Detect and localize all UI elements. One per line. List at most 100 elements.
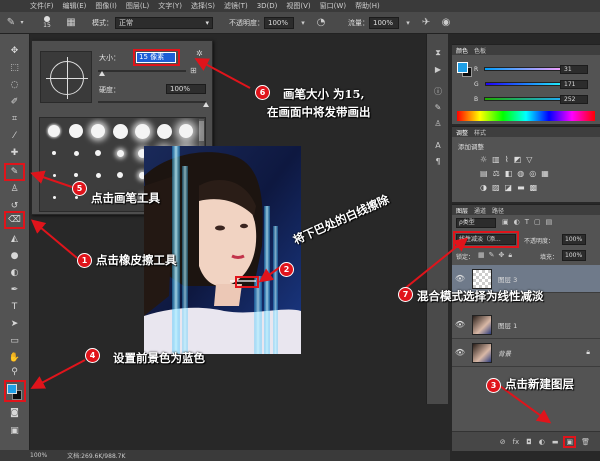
brush-preset-cell[interactable]: [44, 121, 64, 141]
eraser-tool-icon[interactable]: ⌫: [4, 211, 25, 229]
selective-color-icon[interactable]: ▩: [530, 183, 538, 192]
menu-window[interactable]: 窗口(W): [320, 1, 346, 11]
brush-preset-cell[interactable]: [132, 121, 152, 141]
invert-icon[interactable]: ◑: [480, 183, 487, 192]
pressure-size-icon[interactable]: ◉: [439, 16, 453, 30]
tab-channels[interactable]: 通道: [474, 206, 486, 215]
brush-preset-cell[interactable]: [44, 187, 64, 207]
panel-foreground-swatch[interactable]: [457, 62, 468, 73]
quick-mask-icon[interactable]: ◙: [6, 406, 23, 420]
channel-mixer-icon[interactable]: ◎: [529, 169, 536, 178]
layer-opacity-field[interactable]: 100%: [562, 234, 586, 245]
brush-preset-cell[interactable]: [88, 165, 108, 185]
opacity-field[interactable]: 100%: [264, 16, 294, 29]
foreground-color-swatch[interactable]: [7, 384, 17, 394]
trash-icon[interactable]: 🗑︎: [581, 438, 590, 446]
threshold-icon[interactable]: ◪: [505, 183, 513, 192]
clone-source-icon[interactable]: ♙: [432, 118, 444, 128]
eye-icon[interactable]: 👁︎: [452, 274, 468, 283]
path-select-tool-icon[interactable]: ➤: [6, 317, 23, 331]
move-tool-icon[interactable]: ✥: [6, 44, 23, 58]
layer-name[interactable]: 背景: [498, 348, 511, 358]
r-value-field[interactable]: 31: [560, 65, 588, 74]
hardness-slider-knob[interactable]: [203, 102, 209, 107]
fill-field[interactable]: 100%: [562, 250, 586, 261]
brightness-icon[interactable]: ☼: [480, 155, 487, 164]
hue-sat-icon[interactable]: ▤: [480, 169, 488, 178]
eyedropper-tool-icon[interactable]: ⁄: [6, 129, 23, 143]
paint-bucket-tool-icon[interactable]: ◭: [6, 232, 23, 246]
brush-preset-cell[interactable]: [66, 143, 86, 163]
brush-panel-toggle-icon[interactable]: ▦: [64, 16, 78, 30]
actions-icon[interactable]: ▶: [432, 64, 444, 74]
brush-tool-preset-icon[interactable]: ✎: [4, 16, 18, 30]
lock-pixels-icon[interactable]: ✎: [489, 251, 495, 260]
brush-preset-cell[interactable]: [110, 165, 130, 185]
lock-transparent-icon[interactable]: ▦: [478, 251, 485, 260]
new-preset-icon[interactable]: ⊞: [190, 66, 197, 75]
layer-row[interactable]: 👁︎ 图层 1: [452, 311, 600, 339]
pen-tool-icon[interactable]: ✒: [6, 283, 23, 297]
levels-icon[interactable]: ▥: [492, 155, 500, 164]
menu-3d[interactable]: 3D(D): [257, 2, 278, 10]
pressure-opacity-icon[interactable]: ◔: [314, 16, 328, 30]
brush-preset-cell[interactable]: [110, 143, 130, 163]
crop-tool-icon[interactable]: ⌗: [6, 112, 23, 126]
brush-preset-picker[interactable]: 15: [36, 14, 58, 32]
add-mask-icon[interactable]: ◘: [526, 438, 532, 446]
chevron-down-icon[interactable]: ▾: [18, 16, 26, 30]
r-slider[interactable]: [484, 67, 567, 71]
exposure-icon[interactable]: ◩: [514, 155, 522, 164]
document-canvas[interactable]: [144, 146, 301, 354]
blur-tool-icon[interactable]: ●: [6, 249, 23, 263]
hardness-field[interactable]: 100%: [166, 84, 206, 94]
menu-help[interactable]: 帮助(H): [355, 1, 380, 11]
gear-icon[interactable]: ✲: [196, 49, 203, 58]
menu-layer[interactable]: 图层(L): [126, 1, 149, 11]
eye-icon[interactable]: 👁︎: [452, 320, 468, 329]
brush-preset-cell[interactable]: [154, 121, 174, 141]
hand-tool-icon[interactable]: ✋: [6, 351, 23, 365]
g-slider[interactable]: [484, 82, 567, 86]
hardness-slider[interactable]: [98, 101, 206, 103]
layer-row[interactable]: 👁︎ 背景 🔒︎: [452, 339, 600, 367]
brush-preset-cell[interactable]: [176, 121, 196, 141]
mode-select[interactable]: 正常 ▾: [115, 16, 213, 29]
adjust-filter-icon[interactable]: ◐: [514, 218, 520, 226]
rectangle-tool-icon[interactable]: ▭: [6, 334, 23, 348]
tab-paths[interactable]: 路径: [492, 206, 504, 215]
screen-mode-icon[interactable]: ▣: [6, 424, 23, 438]
bw-icon[interactable]: ◧: [505, 169, 513, 178]
photo-filter-icon[interactable]: ◍: [517, 169, 524, 178]
tab-layers[interactable]: 图层: [456, 206, 468, 215]
menu-file[interactable]: 文件(F): [30, 1, 54, 11]
type-tool-icon[interactable]: T: [6, 300, 23, 314]
tab-swatches[interactable]: 色板: [474, 46, 486, 55]
layer-kind-filter[interactable]: ρ类型: [456, 218, 496, 228]
healing-tool-icon[interactable]: ✚: [6, 146, 23, 160]
brush-panel-icon[interactable]: ✎: [432, 102, 444, 112]
posterize-icon[interactable]: ▨: [492, 183, 500, 192]
menu-view[interactable]: 视图(V): [286, 1, 310, 11]
quick-select-tool-icon[interactable]: ✐: [6, 95, 23, 109]
link-layers-icon[interactable]: ⊘: [500, 438, 506, 446]
history-brush-tool-icon[interactable]: ↺: [6, 199, 23, 213]
tab-adjustments[interactable]: 调整: [456, 128, 468, 137]
g-value-field[interactable]: 171: [560, 80, 588, 89]
character-icon[interactable]: A: [432, 140, 444, 150]
color-spectrum-bar[interactable]: [457, 111, 595, 121]
gradient-map-icon[interactable]: ▬: [517, 183, 525, 192]
folder-icon[interactable]: ▬: [552, 438, 559, 446]
paragraph-icon[interactable]: ¶: [432, 156, 444, 166]
clone-stamp-tool-icon[interactable]: ♙: [6, 182, 23, 196]
menu-filter[interactable]: 滤镜(T): [224, 1, 248, 11]
marquee-tool-icon[interactable]: ⬚: [6, 61, 23, 75]
menu-image[interactable]: 图像(I): [95, 1, 117, 11]
airbrush-icon[interactable]: ✈: [419, 16, 433, 30]
type-filter-icon[interactable]: T: [525, 218, 529, 226]
lasso-tool-icon[interactable]: ◌: [6, 78, 23, 92]
curves-icon[interactable]: ⌇: [505, 155, 509, 164]
smart-filter-icon[interactable]: ▤: [546, 218, 553, 226]
tab-styles[interactable]: 样式: [474, 128, 486, 137]
b-slider[interactable]: [484, 97, 567, 101]
